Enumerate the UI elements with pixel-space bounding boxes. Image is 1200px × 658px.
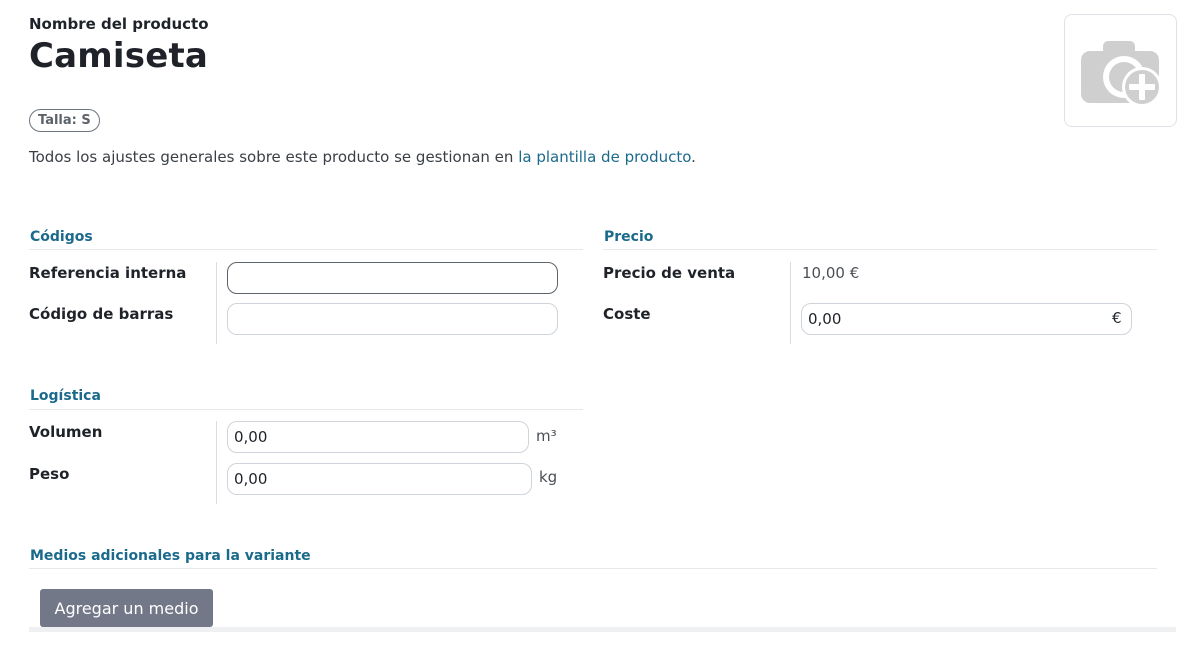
media-divider — [29, 568, 1157, 569]
cost-label: Coste — [603, 305, 651, 323]
price-section-title: Precio — [604, 229, 654, 245]
product-name-label: Nombre del producto — [29, 15, 209, 33]
codes-label-divider — [216, 262, 217, 344]
barcode-label: Código de barras — [29, 305, 174, 323]
camera-plus-icon — [1080, 40, 1162, 107]
product-variant-form: Nombre del producto Camiseta Talla: S To… — [0, 0, 1200, 658]
internal-ref-input[interactable] — [227, 262, 558, 294]
weight-input[interactable] — [227, 463, 532, 495]
cost-currency-symbol: € — [1112, 309, 1122, 327]
volume-input[interactable] — [227, 421, 529, 453]
cost-input[interactable] — [801, 303, 1132, 335]
logistics-divider — [29, 409, 583, 410]
weight-unit: kg — [539, 468, 558, 486]
logistics-section-title: Logística — [30, 388, 101, 404]
product-image-upload[interactable] — [1064, 14, 1177, 127]
volume-label: Volumen — [29, 423, 103, 441]
weight-label: Peso — [29, 465, 70, 483]
logistics-label-divider — [216, 421, 217, 504]
barcode-input[interactable] — [227, 303, 558, 335]
codes-section-title: Códigos — [30, 229, 93, 245]
media-area-bottom-bar — [29, 627, 1176, 632]
product-template-link[interactable]: la plantilla de producto — [518, 148, 691, 166]
template-info-text: Todos los ajustes generales sobre este p… — [29, 148, 696, 166]
internal-ref-label: Referencia interna — [29, 264, 187, 282]
template-info-suffix: . — [691, 148, 696, 166]
sale-price-value: 10,00 € — [802, 264, 860, 282]
media-section-title: Medios adicionales para la variante — [30, 548, 311, 564]
price-label-divider — [790, 262, 791, 344]
codes-divider — [29, 249, 583, 250]
sale-price-label: Precio de venta — [603, 264, 736, 282]
attribute-tag: Talla: S — [29, 109, 100, 132]
add-media-button[interactable]: Agregar un medio — [40, 589, 213, 627]
volume-unit: m³ — [536, 427, 557, 445]
template-info-message: Todos los ajustes generales sobre este p… — [29, 148, 519, 166]
price-divider — [603, 249, 1157, 250]
product-name-title[interactable]: Camiseta — [29, 36, 208, 76]
